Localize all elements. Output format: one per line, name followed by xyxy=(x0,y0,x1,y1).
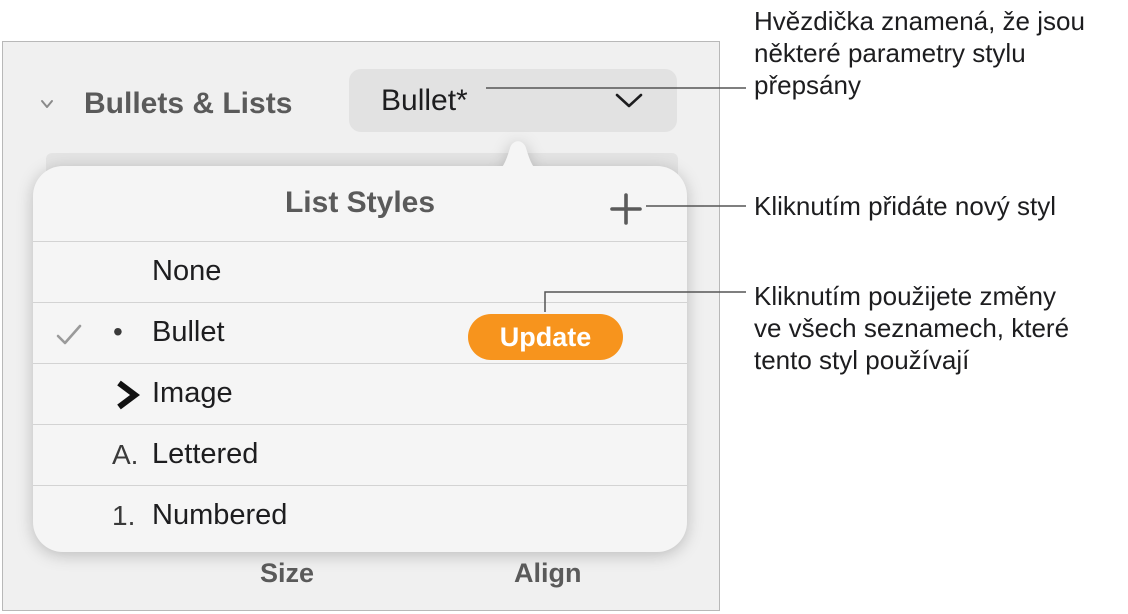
lettered-marker: A. xyxy=(112,439,139,470)
callout-line: ve všech seznamech, které xyxy=(754,313,1070,343)
dropdown-value: Bullet* xyxy=(381,83,468,117)
list-style-label: Image xyxy=(152,377,233,409)
callout-line: tento styl používají xyxy=(754,345,970,375)
numbered-marker: 1. xyxy=(112,500,136,531)
chevron-down-icon[interactable] xyxy=(40,97,54,111)
callout-line: přepsány xyxy=(754,70,861,100)
checkmark-icon xyxy=(56,324,82,345)
update-button[interactable]: Update xyxy=(468,314,623,360)
list-styles-popover: List Styles None • Bullet Update Image A… xyxy=(33,166,687,552)
list-style-row-bullet[interactable]: • Bullet Update xyxy=(33,303,687,364)
bullet-marker: • xyxy=(113,316,123,347)
callout-line: Kliknutím přidáte nový styl xyxy=(754,191,1057,221)
callout-line: Kliknutím použijete změny xyxy=(754,281,1057,311)
callout-update: Kliknutím použijete změny ve všech sezna… xyxy=(754,280,1069,376)
list-style-row-none[interactable]: None xyxy=(33,242,687,303)
callout-line: Hvězdička znamená, že jsou xyxy=(754,6,1085,36)
callout-asterisk: Hvězdička znamená, že jsou některé param… xyxy=(754,5,1085,101)
section-title: Bullets & Lists xyxy=(84,87,293,120)
list-style-label: Numbered xyxy=(152,499,288,531)
list-style-label: Lettered xyxy=(152,438,259,470)
popover-title: List Styles xyxy=(284,186,436,219)
image-chevron-icon xyxy=(117,380,140,410)
add-style-button[interactable] xyxy=(609,192,643,226)
align-label: Align xyxy=(514,558,582,588)
list-style-dropdown[interactable]: Bullet* xyxy=(349,69,677,132)
chevron-down-icon xyxy=(615,93,643,107)
popover-header: List Styles xyxy=(33,166,687,242)
list-style-row-lettered[interactable]: A. Lettered xyxy=(33,425,687,486)
callout-add-style: Kliknutím přidáte nový styl xyxy=(754,190,1056,222)
size-label: Size xyxy=(260,558,315,588)
list-style-label: Bullet xyxy=(152,316,225,348)
section-header[interactable]: Bullets & Lists xyxy=(40,84,292,124)
list-style-row-numbered[interactable]: 1. Numbered xyxy=(33,486,687,547)
list-style-label: None xyxy=(152,255,222,287)
list-style-row-image[interactable]: Image xyxy=(33,364,687,425)
callout-line: některé parametry stylu xyxy=(754,38,1026,68)
